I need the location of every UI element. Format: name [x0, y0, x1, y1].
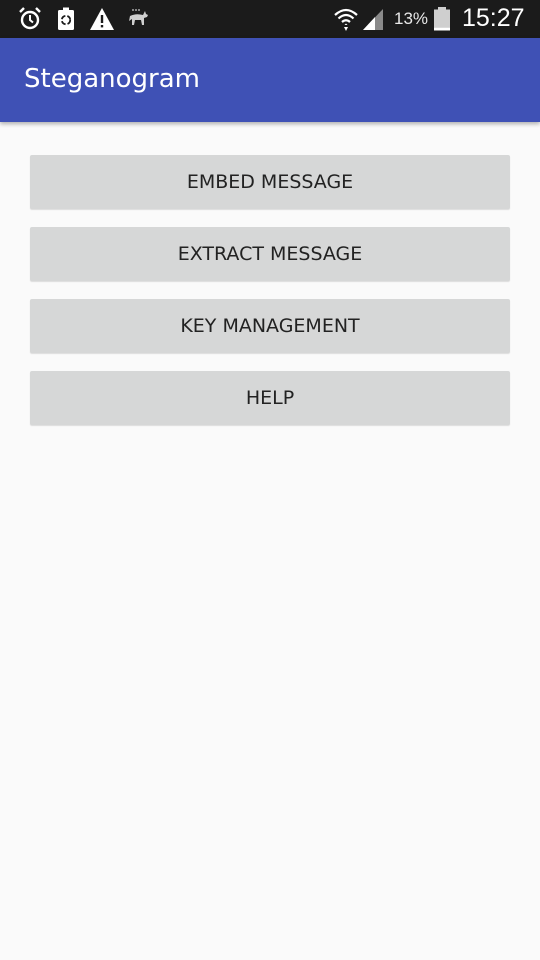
help-button[interactable]: HELP — [30, 371, 510, 425]
embed-message-button[interactable]: EMBED MESSAGE — [30, 155, 510, 209]
wifi-icon — [333, 6, 359, 32]
app-title: Steganogram — [24, 64, 200, 94]
battery-percent: 13% — [394, 9, 429, 28]
status-bar: 13% 15:27 — [0, 0, 540, 38]
key-management-button[interactable]: KEY MANAGEMENT — [30, 299, 510, 353]
app-bar: Steganogram — [0, 38, 540, 122]
recycle-battery-icon — [53, 6, 79, 32]
signal-icon — [360, 6, 386, 32]
clock: 15:27 — [462, 4, 525, 32]
extract-message-button[interactable]: EXTRACT MESSAGE — [30, 227, 510, 281]
animal-notification-icon — [125, 6, 151, 32]
warning-icon — [89, 6, 115, 32]
battery-icon — [432, 6, 452, 32]
alarm-icon — [17, 6, 43, 32]
